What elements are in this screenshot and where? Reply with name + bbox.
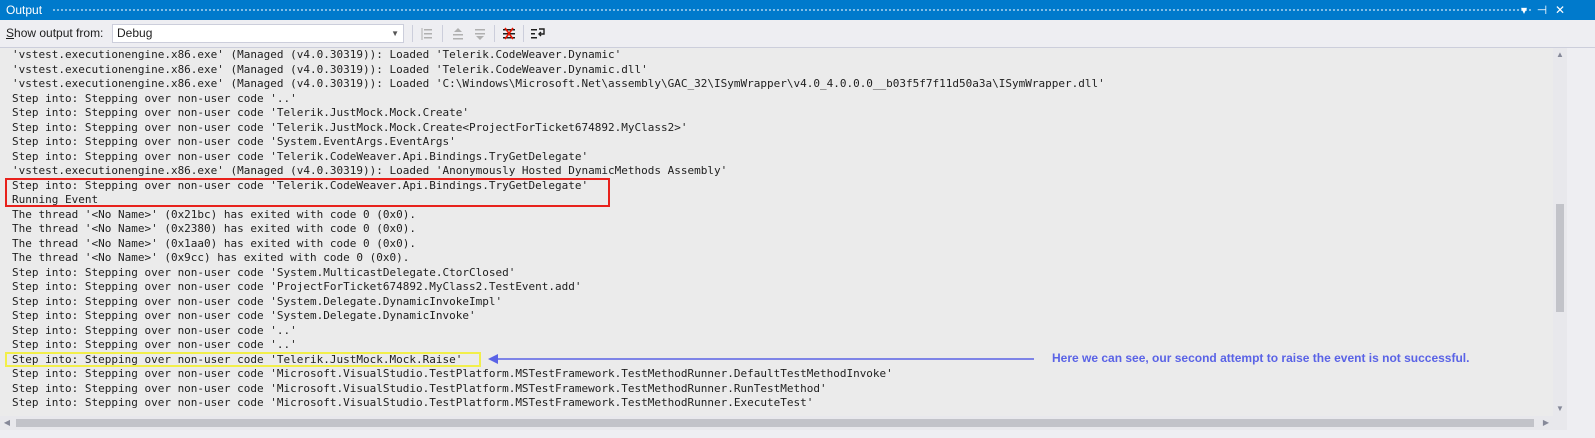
horizontal-scroll-thumb[interactable]	[16, 419, 1534, 427]
find-message-icon	[421, 27, 432, 40]
prev-message-icon	[453, 27, 463, 39]
scroll-left-icon[interactable]: ◀	[0, 416, 14, 430]
output-line: Step into: Stepping over non-user code '…	[12, 106, 469, 119]
toolbar-separator	[523, 25, 524, 42]
output-line: Step into: Stepping over non-user code '…	[12, 265, 516, 279]
highlight-box-yellow	[5, 352, 481, 367]
output-line: The thread '<No Name>' (0x2380) has exit…	[12, 222, 416, 235]
output-line: Step into: Stepping over non-user code '…	[12, 91, 297, 105]
window-position-dropdown-icon[interactable]: ▾	[1516, 0, 1532, 20]
show-output-from-label: Show output from:	[6, 26, 104, 40]
vertical-scroll-thumb[interactable]	[1556, 204, 1564, 312]
window-title: Output	[6, 3, 43, 17]
output-line: Step into: Stepping over non-user code '…	[12, 338, 297, 351]
output-toolbar: Show output from: Debug ▼	[0, 20, 1595, 48]
output-line: The thread '<No Name>' (0x21bc) has exit…	[12, 207, 416, 221]
vertical-scrollbar[interactable]: ▲ ▼	[1553, 48, 1567, 416]
output-window-titlebar: Output ▾ ⊣ ✕	[0, 0, 1595, 20]
right-margin	[1567, 48, 1595, 438]
auto-hide-pin-icon[interactable]: ⊣	[1534, 0, 1550, 20]
output-line: 'vstest.executionengine.x86.exe' (Manage…	[12, 164, 728, 177]
annotation-arrow	[488, 354, 1034, 364]
next-message-icon	[475, 28, 485, 40]
scrollbar-corner	[1553, 416, 1567, 430]
output-line: The thread '<No Name>' (0x1aa0) has exit…	[12, 236, 416, 250]
annotation-text: Here we can see, our second attempt to r…	[1052, 351, 1470, 365]
output-source-selected: Debug	[117, 26, 153, 40]
output-line: 'vstest.executionengine.x86.exe' (Manage…	[12, 48, 622, 61]
output-line: Step into: Stepping over non-user code '…	[12, 381, 827, 395]
go-to-previous-message-button[interactable]	[448, 24, 468, 43]
bottom-margin	[0, 430, 1595, 438]
output-line: 'vstest.executionengine.x86.exe' (Manage…	[12, 77, 1105, 90]
go-to-next-message-button[interactable]	[470, 24, 490, 43]
chevron-down-icon: ▼	[391, 29, 399, 38]
toggle-word-wrap-icon	[531, 27, 545, 38]
output-line: Step into: Stepping over non-user code '…	[12, 120, 688, 134]
output-line: The thread '<No Name>' (0x9cc) has exite…	[12, 251, 410, 264]
output-line: Step into: Stepping over non-user code '…	[12, 135, 456, 148]
output-line: Step into: Stepping over non-user code '…	[12, 309, 476, 322]
output-line: Step into: Stepping over non-user code '…	[12, 149, 589, 163]
find-message-button[interactable]	[418, 24, 438, 43]
output-line: Step into: Stepping over non-user code '…	[12, 367, 893, 380]
toolbar-separator	[412, 25, 413, 42]
output-line: Step into: Stepping over non-user code '…	[12, 323, 297, 337]
output-line: Step into: Stepping over non-user code '…	[12, 396, 814, 409]
output-line: Step into: Stepping over non-user code '…	[12, 294, 503, 308]
output-text-pane[interactable]: Step into: Stepping over non-user code '…	[0, 48, 1553, 416]
horizontal-scrollbar[interactable]: ◀ ▶	[0, 416, 1553, 430]
output-line: Step into: Stepping over non-user code '…	[12, 280, 582, 293]
titlebar-grip	[52, 8, 1533, 13]
clear-all-button[interactable]	[499, 24, 519, 43]
toolbar-separator	[494, 25, 495, 42]
output-line: 'vstest.executionengine.x86.exe' (Manage…	[12, 62, 648, 76]
highlight-box-red	[5, 178, 610, 207]
scroll-down-icon[interactable]: ▼	[1553, 402, 1567, 416]
scroll-up-icon[interactable]: ▲	[1553, 48, 1567, 62]
toggle-word-wrap-button[interactable]	[528, 24, 548, 43]
toolbar-separator	[442, 25, 443, 42]
scroll-right-icon[interactable]: ▶	[1539, 416, 1553, 430]
output-source-dropdown[interactable]: Debug ▼	[112, 24, 404, 43]
clear-all-icon	[503, 27, 515, 39]
close-icon[interactable]: ✕	[1552, 0, 1568, 20]
